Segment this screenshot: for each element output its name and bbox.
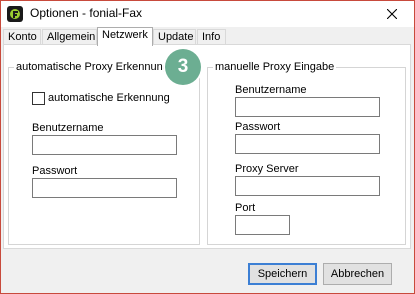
- title-bar: Optionen - fonial-Fax: [1, 1, 414, 27]
- tab-update[interactable]: Update: [153, 29, 196, 45]
- auto-username-label: Benutzername: [32, 122, 104, 134]
- auto-proxy-group: automatische Proxy Erkennung automatisch…: [8, 61, 200, 245]
- window-title: Optionen - fonial-Fax: [30, 6, 143, 20]
- tab-konto[interactable]: Konto: [3, 29, 41, 45]
- save-button[interactable]: Speichern: [248, 263, 317, 285]
- port-label: Port: [235, 202, 256, 214]
- auto-detect-checkbox[interactable]: [32, 92, 45, 105]
- step-number-badge: 3: [165, 49, 201, 85]
- auto-detect-label: automatische Erkennung: [48, 92, 170, 104]
- tab-netzwerk[interactable]: Netzwerk: [97, 27, 153, 46]
- auto-password-label: Passwort: [32, 165, 78, 177]
- fonial-app-icon: [7, 6, 23, 22]
- manual-username-label: Benutzername: [235, 84, 307, 96]
- auto-proxy-legend: automatische Proxy Erkennung: [14, 61, 171, 73]
- close-button[interactable]: [370, 1, 414, 27]
- proxy-server-input[interactable]: [235, 176, 380, 196]
- manual-password-label: Passwort: [235, 121, 281, 133]
- options-window: Optionen - fonial-Fax Konto Allgemein Ne…: [0, 0, 415, 294]
- cancel-button[interactable]: Abbrechen: [323, 263, 392, 285]
- tab-allgemein[interactable]: Allgemein: [42, 29, 97, 45]
- auto-username-input[interactable]: [32, 135, 177, 155]
- manual-username-input[interactable]: [235, 97, 380, 117]
- port-input[interactable]: [235, 215, 290, 235]
- close-icon: [387, 9, 397, 19]
- tab-info[interactable]: Info: [197, 29, 226, 45]
- auto-password-input[interactable]: [32, 178, 177, 198]
- manual-proxy-legend: manuelle Proxy Eingabe: [213, 61, 337, 73]
- tab-panel-netzwerk: automatische Proxy Erkennung automatisch…: [3, 44, 411, 249]
- manual-password-input[interactable]: [235, 134, 380, 154]
- manual-proxy-group: manuelle Proxy Eingabe Benutzername Pass…: [207, 61, 406, 245]
- proxy-server-label: Proxy Server: [235, 163, 299, 175]
